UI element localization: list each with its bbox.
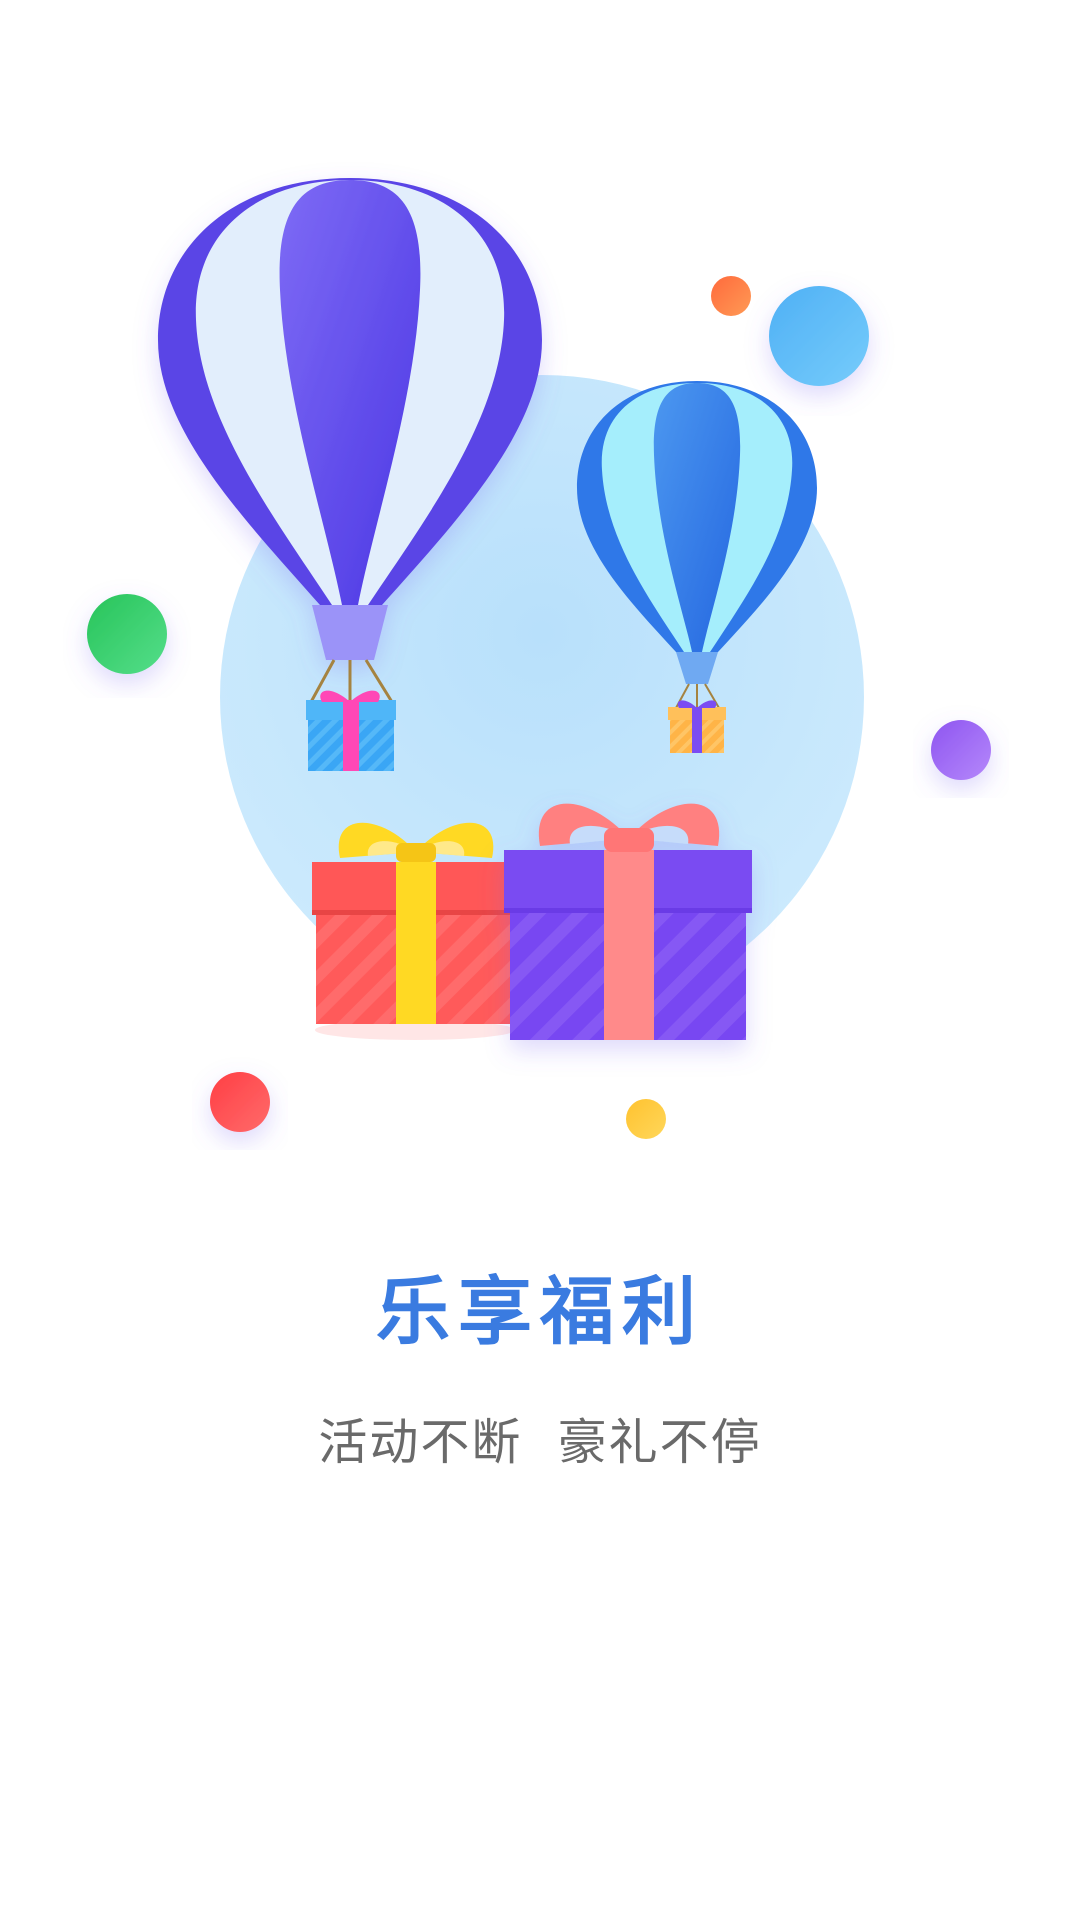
small-orange-gift [668, 700, 726, 753]
page-title: 乐享福利 [376, 1269, 704, 1355]
purple-gift [504, 803, 752, 1040]
yellow-dot [626, 1099, 666, 1139]
orange-dot [711, 276, 751, 316]
red-gift [312, 822, 518, 1040]
page-subtitle: 活动不断 豪礼不停 [318, 1414, 762, 1471]
small-blue-gift [306, 690, 396, 771]
purple-dot [931, 720, 991, 780]
blue-dot [769, 286, 869, 386]
welfare-illustration [87, 178, 991, 1139]
red-dot [210, 1072, 270, 1132]
green-dot [87, 594, 167, 674]
